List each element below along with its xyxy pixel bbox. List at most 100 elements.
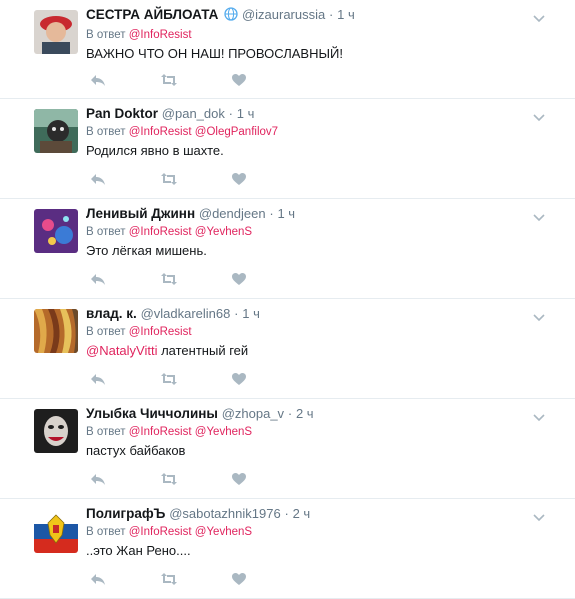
reply-prefix: В ответ [86, 226, 126, 238]
reply-icon[interactable] [90, 472, 106, 491]
tweet-header: СЕСТРА АЙБЛОАТА @izaurarussia · 1 ч [86, 6, 535, 26]
tweet-text-body: пастух байбаков [86, 443, 186, 458]
tweet-item[interactable]: Ленивый Джинн @dendjeen · 1 ч В ответ @I… [0, 199, 575, 299]
tweet-content: СЕСТРА АЙБЛОАТА @izaurarussia · 1 ч В от… [86, 6, 535, 63]
username[interactable]: @sabotazhnik1976 [169, 506, 281, 521]
globe-icon [224, 7, 238, 26]
reply-icon[interactable] [90, 172, 106, 191]
heart-icon[interactable] [231, 472, 247, 491]
reply-mention-link[interactable]: @InfoResist [129, 226, 192, 238]
chevron-down-icon[interactable] [533, 10, 545, 28]
retweet-icon[interactable] [160, 272, 178, 291]
reply-mention-link[interactable]: @YevhenS [195, 526, 252, 538]
tweet-item[interactable]: ПолиграфЪ @sabotazhnik1976 · 2 ч В ответ… [0, 499, 575, 599]
separator: · [269, 206, 274, 221]
username[interactable]: @zhopa_v [222, 406, 284, 421]
retweet-icon[interactable] [160, 472, 178, 491]
timestamp[interactable]: 1 ч [237, 106, 255, 121]
tweet-item[interactable]: СЕСТРА АЙБЛОАТА @izaurarussia · 1 ч В от… [0, 0, 575, 99]
fullname[interactable]: СЕСТРА АЙБЛОАТА [86, 7, 218, 22]
username[interactable]: @pan_dok [162, 106, 225, 121]
reply-context: В ответ @InfoResist @YevhenS [86, 224, 535, 240]
tweet-item[interactable]: влад. к. @vladkarelin68 · 1 ч В ответ @I… [0, 299, 575, 399]
tweet-content: Улыбка Чиччолины @zhopa_v · 2 ч В ответ … [86, 405, 535, 460]
tweet-feed: СЕСТРА АЙБЛОАТА @izaurarussia · 1 ч В от… [0, 0, 575, 599]
fullname[interactable]: влад. к. [86, 306, 137, 321]
reply-context: В ответ @InfoResist @YevhenS [86, 424, 535, 440]
reply-prefix: В ответ [86, 326, 126, 338]
reply-icon[interactable] [90, 73, 106, 92]
retweet-icon[interactable] [160, 172, 178, 191]
heart-icon[interactable] [231, 172, 247, 191]
retweet-icon[interactable] [160, 572, 178, 591]
chevron-down-icon[interactable] [533, 209, 545, 227]
heart-icon[interactable] [231, 372, 247, 391]
reply-icon[interactable] [90, 572, 106, 591]
tweet-content: влад. к. @vladkarelin68 · 1 ч В ответ @I… [86, 305, 535, 360]
avatar[interactable] [34, 209, 78, 253]
avatar[interactable] [34, 109, 78, 153]
reply-mention-link[interactable]: @YevhenS [195, 426, 252, 438]
tweet-text-body: ВАЖНО ЧТО ОН НАШ! ПРОВОСЛАВНЫЙ! [86, 46, 343, 61]
retweet-icon[interactable] [160, 372, 178, 391]
tweet-item[interactable]: Pan Doktor @pan_dok · 1 ч В ответ @InfoR… [0, 99, 575, 199]
fullname[interactable]: Улыбка Чиччолины [86, 406, 218, 421]
reply-prefix: В ответ [86, 526, 126, 538]
reply-prefix: В ответ [86, 426, 126, 438]
avatar[interactable] [34, 409, 78, 453]
timestamp[interactable]: 1 ч [277, 206, 295, 221]
username[interactable]: @izaurarussia [242, 7, 325, 22]
retweet-icon[interactable] [160, 73, 178, 92]
fullname[interactable]: ПолиграфЪ [86, 506, 165, 521]
chevron-down-icon[interactable] [533, 409, 545, 427]
tweet-text: Родился явно в шахте. [86, 142, 535, 160]
separator: · [287, 406, 293, 421]
avatar[interactable] [34, 309, 78, 353]
avatar[interactable] [34, 509, 78, 553]
reply-mention-link[interactable]: @InfoResist [129, 426, 192, 438]
reply-prefix: В ответ [86, 126, 126, 138]
reply-mention-link[interactable]: @InfoResist [129, 526, 192, 538]
reply-mention-link[interactable]: @OlegPanfilov7 [195, 126, 278, 138]
fullname[interactable]: Pan Doktor [86, 106, 158, 121]
reply-icon[interactable] [90, 372, 106, 391]
chevron-down-icon[interactable] [533, 309, 545, 327]
tweet-text-body: Это лёгкая мишень. [86, 243, 207, 258]
tweet-text-body: латентный гей [157, 343, 249, 358]
timestamp[interactable]: 1 ч [242, 306, 260, 321]
tweet-text-body: Родился явно в шахте. [86, 143, 224, 158]
heart-icon[interactable] [231, 73, 247, 92]
tweet-item[interactable]: Улыбка Чиччолины @zhopa_v · 2 ч В ответ … [0, 399, 575, 499]
reply-icon[interactable] [90, 272, 106, 291]
timestamp[interactable]: 2 ч [293, 506, 311, 521]
tweet-text-body: ..это Жан Рено.... [86, 543, 191, 558]
heart-icon[interactable] [231, 272, 247, 291]
heart-icon[interactable] [231, 572, 247, 591]
text-mention-link[interactable]: @NatalyVitti [86, 343, 157, 358]
reply-context: В ответ @InfoResist [86, 324, 535, 340]
tweet-text: пастух байбаков [86, 442, 535, 460]
reply-context: В ответ @InfoResist @OlegPanfilov7 [86, 124, 535, 140]
reply-context: В ответ @InfoResist @YevhenS [86, 524, 535, 540]
reply-mention-link[interactable]: @YevhenS [195, 226, 252, 238]
timestamp[interactable]: 1 ч [337, 7, 355, 22]
reply-mention-link[interactable]: @InfoResist [129, 29, 192, 41]
reply-context: В ответ @InfoResist [86, 27, 535, 43]
tweet-header: ПолиграфЪ @sabotazhnik1976 · 2 ч [86, 505, 535, 523]
tweet-content: ПолиграфЪ @sabotazhnik1976 · 2 ч В ответ… [86, 505, 535, 560]
avatar[interactable] [34, 10, 78, 54]
reply-prefix: В ответ [86, 29, 126, 41]
tweet-text: ..это Жан Рено.... [86, 542, 535, 560]
username[interactable]: @vladkarelin68 [141, 306, 231, 321]
reply-mention-link[interactable]: @InfoResist [129, 126, 192, 138]
chevron-down-icon[interactable] [533, 509, 545, 527]
timestamp[interactable]: 2 ч [296, 406, 314, 421]
tweet-text: Это лёгкая мишень. [86, 242, 535, 260]
reply-mention-link[interactable]: @InfoResist [129, 326, 192, 338]
tweet-content: Pan Doktor @pan_dok · 1 ч В ответ @InfoR… [86, 105, 535, 160]
tweet-text: @NatalyVitti латентный гей [86, 342, 535, 360]
username[interactable]: @dendjeen [199, 206, 266, 221]
tweet-header: Улыбка Чиччолины @zhopa_v · 2 ч [86, 405, 535, 423]
chevron-down-icon[interactable] [533, 109, 545, 127]
fullname[interactable]: Ленивый Джинн [86, 206, 195, 221]
